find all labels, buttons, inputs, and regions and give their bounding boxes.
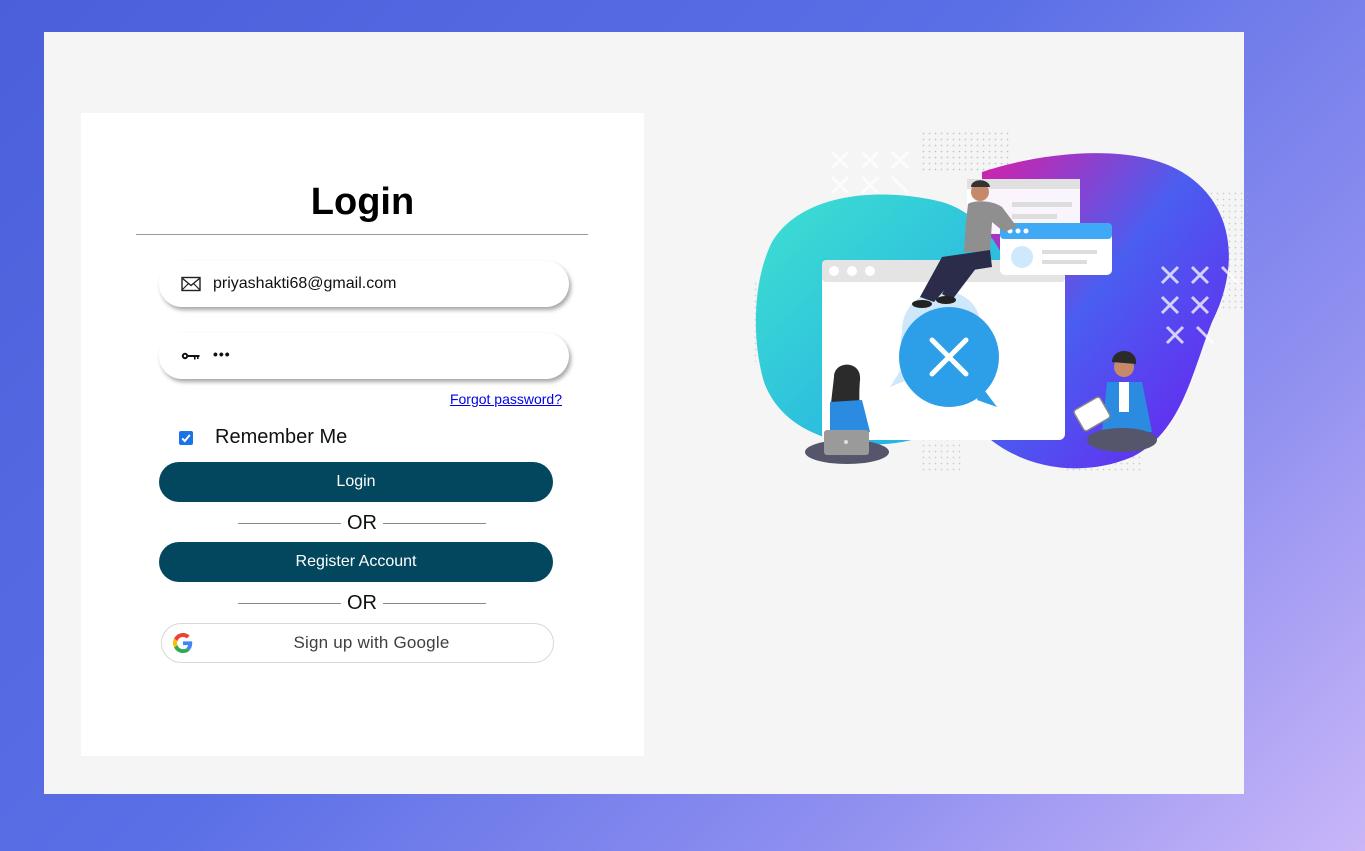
remember-me-label: Remember Me [215,426,348,448]
email-field[interactable]: priyashakti68@gmail.com [159,261,569,307]
divider-line [238,522,341,524]
or-label: OR [347,511,377,534]
login-illustration [752,132,1252,472]
or-label: OR [347,591,377,614]
password-value: ••• [213,346,231,362]
envelope-icon [181,274,201,294]
password-field[interactable]: ••• [159,333,569,379]
main-panel: Login priyashakti68@gmail.com ••• Forgot… [44,32,1252,794]
or-divider: OR [238,511,486,535]
remember-me-row: Remember Me [179,426,347,449]
google-g-icon [173,633,193,658]
divider-line [383,522,486,524]
key-icon [181,346,201,366]
remember-me-checkbox[interactable] [179,430,193,445]
divider-line [238,602,341,604]
login-card: Login priyashakti68@gmail.com ••• Forgot… [81,113,644,756]
divider-line [383,602,486,604]
register-account-button[interactable]: Register Account [159,542,553,582]
email-value: priyashakti68@gmail.com [213,275,397,292]
page-title: Login [310,181,415,223]
google-signup-button[interactable]: Sign up with Google [161,623,554,663]
login-button[interactable]: Login [159,462,553,502]
google-signup-label: Sign up with Google [293,633,450,652]
or-divider: OR [238,591,486,615]
forgot-password-link[interactable]: Forgot password? [450,391,562,407]
title-divider [136,234,588,235]
